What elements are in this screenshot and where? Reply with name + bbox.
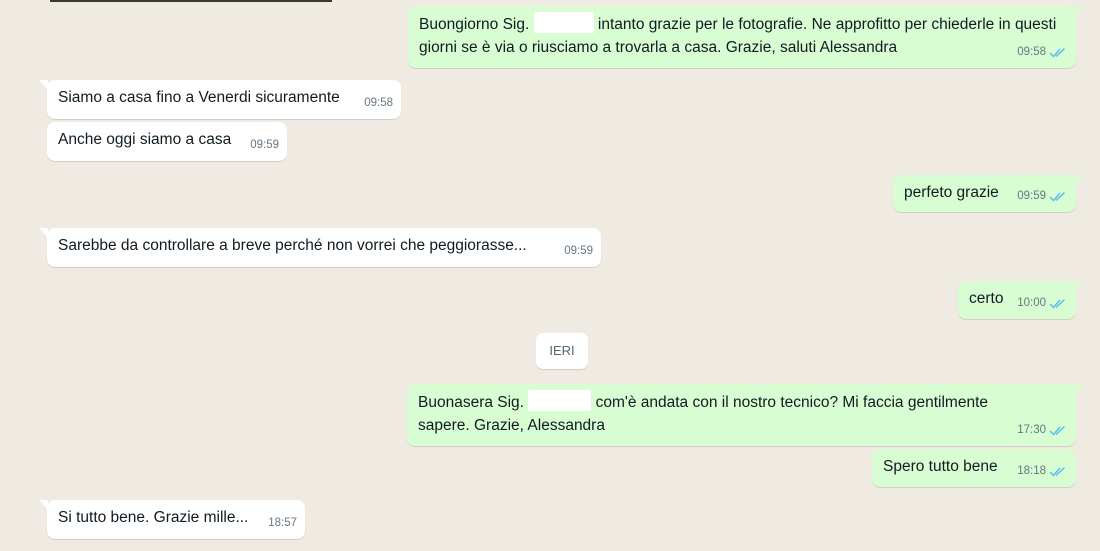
message-text: Buonasera Sig. com'è andata con il nostr… (418, 390, 1038, 437)
message-time: 10:00 (1017, 297, 1046, 309)
message-time: 09:58 (364, 97, 393, 109)
message-bubble-incoming[interactable]: Sarebbe da controllare a breve perché no… (39, 228, 601, 267)
media-preview-edge (50, 0, 332, 2)
message-time: 09:58 (1017, 46, 1046, 58)
message-bubble-outgoing[interactable]: perfeto grazie 09:59 (893, 175, 1084, 212)
redacted-name (533, 12, 594, 33)
message-time: 09:59 (564, 245, 593, 257)
message-bubble-outgoing[interactable]: certo 10:00 (958, 281, 1084, 319)
message-text: Sarebbe da controllare a breve perché no… (58, 237, 527, 254)
message-meta: 09:59 (250, 134, 279, 157)
chat-panel: Buongiorno Sig. intanto grazie per le fo… (0, 0, 1100, 551)
message-bubble-incoming[interactable]: Si tutto bene. Grazie mille... 18:57 (39, 500, 305, 539)
message-bubble-incoming[interactable]: Siamo a casa fino a Venerdi sicuramente … (39, 80, 401, 119)
message-meta: 18:57 (268, 512, 297, 535)
message-bubble-outgoing[interactable]: Buonasera Sig. com'è andata con il nostr… (407, 384, 1084, 446)
double-check-icon (1049, 298, 1065, 309)
message-meta: 09:59 (564, 240, 593, 263)
message-meta: 17:30 (1017, 419, 1067, 442)
message-meta: 09:58 (364, 92, 393, 115)
message-text: Si tutto bene. Grazie mille... (58, 509, 249, 526)
redacted-name (528, 390, 592, 411)
message-bubble-outgoing[interactable]: Buongiorno Sig. intanto grazie per le fo… (408, 6, 1084, 68)
message-text: Anche oggi siamo a casa (58, 131, 232, 148)
message-time: 18:18 (1017, 465, 1046, 477)
message-meta: 10:00 (1017, 292, 1067, 315)
double-check-icon (1049, 425, 1065, 436)
date-divider: IERI (536, 333, 588, 369)
message-meta: 09:59 (1017, 185, 1067, 208)
message-text: Spero tutto bene (883, 458, 998, 475)
double-check-icon (1049, 47, 1065, 58)
message-bubble-outgoing[interactable]: Spero tutto bene 18:18 (872, 449, 1076, 487)
message-meta: 18:18 (1017, 460, 1067, 483)
message-bubble-incoming[interactable]: Anche oggi siamo a casa 09:59 (47, 122, 287, 161)
message-time: 17:30 (1017, 424, 1046, 436)
message-time: 18:57 (268, 517, 297, 529)
message-meta: 09:58 (1017, 41, 1067, 64)
message-time: 09:59 (1017, 190, 1046, 202)
double-check-icon (1049, 466, 1065, 477)
double-check-icon (1049, 191, 1065, 202)
message-time: 09:59 (250, 139, 279, 151)
message-text: perfeto grazie (904, 184, 999, 201)
message-text: certo (969, 290, 1004, 307)
message-text: Buongiorno Sig. intanto grazie per le fo… (419, 12, 1069, 59)
message-text: Siamo a casa fino a Venerdi sicuramente (58, 89, 340, 106)
